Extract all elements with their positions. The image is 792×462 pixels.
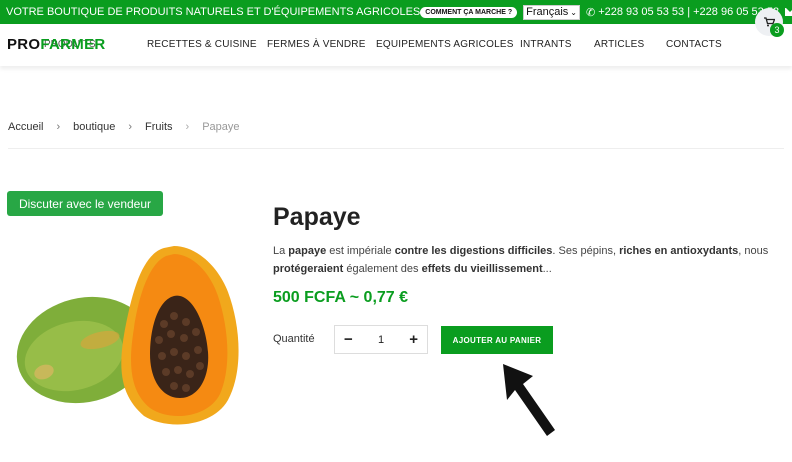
chevron-down-icon: ⌄: [570, 7, 577, 17]
top-bar-right: COMMENT ÇA MARCHE ? Français ⌄ ✆ +228 93…: [420, 4, 792, 20]
breadcrumb-boutique[interactable]: boutique: [73, 121, 115, 133]
logo-pro-text: PRO: [7, 36, 41, 53]
phone-icon: ✆: [586, 6, 596, 19]
papaya-image: [16, 246, 239, 425]
nav-item-intrants[interactable]: INTRANTS: [520, 39, 572, 50]
breadcrumb-separator: ›: [128, 121, 133, 133]
nav-item-contacts[interactable]: CONTACTS: [666, 39, 722, 50]
cart-count-badge: 3: [770, 23, 784, 37]
desc-text: également des: [343, 263, 422, 275]
product-price: 500 FCFA ~ 0,77 €: [273, 289, 409, 306]
desc-bold: papaye: [288, 245, 327, 257]
breadcrumb: Accueil › boutique › Fruits › Papaye: [8, 121, 240, 133]
site-logo[interactable]: PROFARMER: [7, 36, 106, 53]
nav-item-articles[interactable]: ARTICLES: [594, 39, 644, 50]
desc-bold: contre les digestions difficiles: [394, 245, 553, 257]
quantity-value[interactable]: 1: [378, 334, 384, 346]
language-value: Français: [526, 6, 569, 18]
chat-with-seller-button[interactable]: Discuter avec le vendeur: [7, 191, 163, 216]
logo-farmer-text: FARMER: [40, 36, 106, 53]
divider: [8, 148, 784, 149]
minus-icon[interactable]: −: [344, 331, 353, 348]
main-navbar: PRODUITS PROFARMER RECETTES & CUISINE FE…: [0, 24, 792, 66]
breadcrumb-fruits[interactable]: Fruits: [145, 121, 173, 133]
desc-text: . Ses pépins,: [552, 245, 620, 257]
product-title: Papaye: [273, 203, 361, 231]
quantity-label: Quantité: [273, 333, 315, 345]
desc-bold: protégeraient: [273, 263, 344, 275]
nav-item-fermes[interactable]: FERMES À VENDRE: [267, 39, 366, 50]
breadcrumb-separator: ›: [56, 121, 61, 133]
nav-item-recettes[interactable]: RECETTES & CUISINE: [147, 39, 257, 50]
plus-icon[interactable]: +: [409, 331, 418, 348]
how-it-works-button[interactable]: COMMENT ÇA MARCHE ?: [420, 6, 518, 18]
desc-text: est impériale: [326, 245, 395, 257]
arrow-pointer-icon: [503, 364, 555, 436]
desc-text: , nous: [738, 245, 769, 257]
add-to-cart-button[interactable]: AJOUTER AU PANIER: [441, 326, 553, 354]
desc-bold: effets du vieillissement: [421, 263, 543, 275]
desc-bold: riches en antioxydants: [619, 245, 739, 257]
breadcrumb-separator: ›: [185, 121, 190, 133]
breadcrumb-accueil[interactable]: Accueil: [8, 121, 43, 133]
breadcrumb-current: Papaye: [202, 121, 240, 133]
store-tagline: VOTRE BOUTIQUE DE PRODUITS NATURELS ET D…: [6, 6, 421, 18]
desc-text: ...: [542, 263, 552, 275]
quantity-stepper: − 1 +: [334, 325, 428, 354]
language-select[interactable]: Français ⌄: [523, 4, 580, 20]
product-description: La papaye est impériale contre les diges…: [273, 242, 773, 278]
desc-text: La: [273, 245, 289, 257]
top-bar: VOTRE BOUTIQUE DE PRODUITS NATURELS ET D…: [0, 0, 792, 24]
phone-numbers: ✆ +228 93 05 53 53 | +228 96 05 53 53: [586, 6, 779, 19]
mail-icon[interactable]: [785, 8, 792, 16]
nav-item-equipements[interactable]: EQUIPEMENTS AGRICOLES: [376, 39, 514, 50]
phone-numbers-text: +228 93 05 53 53 | +228 96 05 53 53: [598, 6, 780, 18]
